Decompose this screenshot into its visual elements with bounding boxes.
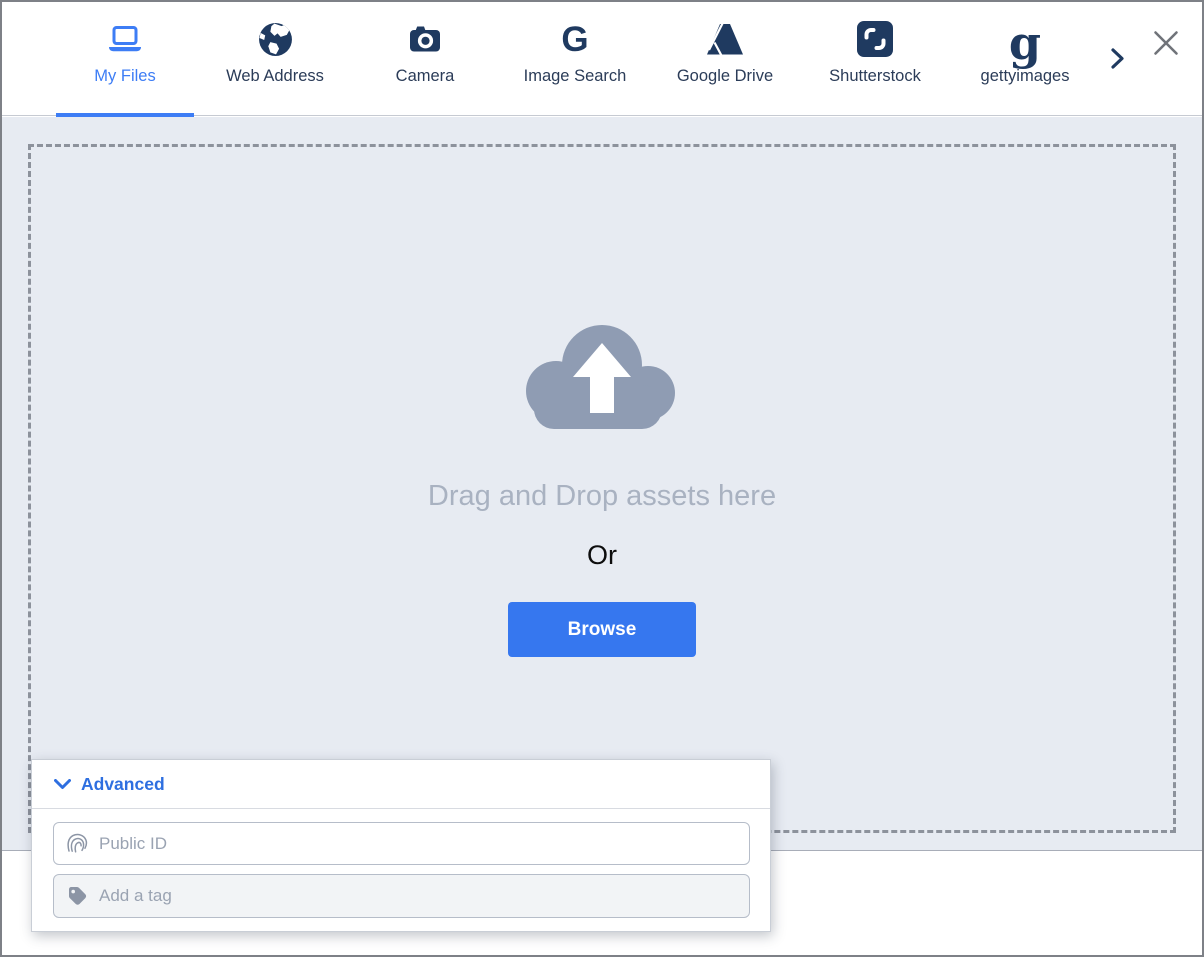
chevron-down-icon: [54, 779, 71, 790]
tab-label: gettyimages: [981, 67, 1070, 86]
shutterstock-icon: [856, 18, 894, 60]
upload-source-tabbar: My Files Web Address: [2, 2, 1202, 116]
drag-drop-hint: Drag and Drop assets here: [2, 480, 1202, 513]
browse-button[interactable]: Browse: [508, 602, 696, 657]
google-g-icon: G: [561, 18, 588, 60]
advanced-title: Advanced: [81, 774, 165, 795]
close-button[interactable]: [1150, 27, 1182, 59]
tab-image-search[interactable]: G Image Search: [500, 2, 650, 116]
camera-icon: [407, 18, 443, 60]
tab-label: Google Drive: [677, 67, 773, 86]
google-drive-icon: [706, 18, 744, 60]
tab-label: My Files: [94, 67, 155, 86]
tab-my-files[interactable]: My Files: [50, 2, 200, 116]
tab-google-drive[interactable]: Google Drive: [650, 2, 800, 116]
tab-shutterstock[interactable]: Shutterstock: [800, 2, 950, 116]
tab-label: Shutterstock: [829, 67, 921, 86]
tag-field-wrap: [53, 874, 750, 918]
more-tabs-button[interactable]: [1107, 46, 1129, 72]
add-tag-input[interactable]: [99, 886, 737, 906]
gettyimages-icon: g: [1009, 18, 1041, 60]
tab-label: Web Address: [226, 67, 324, 86]
advanced-panel: Advanced: [31, 759, 771, 932]
public-id-field-wrap: [53, 822, 750, 865]
fingerprint-icon: [66, 832, 88, 856]
cloud-upload-icon: [520, 319, 684, 440]
close-icon: [1151, 28, 1181, 58]
globe-icon: [257, 18, 294, 60]
chevron-right-icon: [1111, 48, 1125, 70]
advanced-toggle[interactable]: Advanced: [32, 760, 770, 809]
advanced-body: [32, 809, 770, 918]
or-separator: Or: [2, 540, 1202, 571]
tab-web-address[interactable]: Web Address: [200, 2, 350, 116]
tab-gettyimages[interactable]: g gettyimages: [950, 2, 1100, 116]
tab-label: Camera: [396, 67, 455, 86]
tag-icon: [66, 885, 88, 907]
upload-widget-window: My Files Web Address: [0, 0, 1204, 957]
laptop-icon: [107, 18, 143, 60]
tab-camera[interactable]: Camera: [350, 2, 500, 116]
tab-label: Image Search: [524, 67, 627, 86]
tab-list: My Files Web Address: [50, 2, 1100, 116]
public-id-input[interactable]: [99, 834, 737, 854]
upload-area: Drag and Drop assets here Or Browse: [2, 117, 1202, 851]
